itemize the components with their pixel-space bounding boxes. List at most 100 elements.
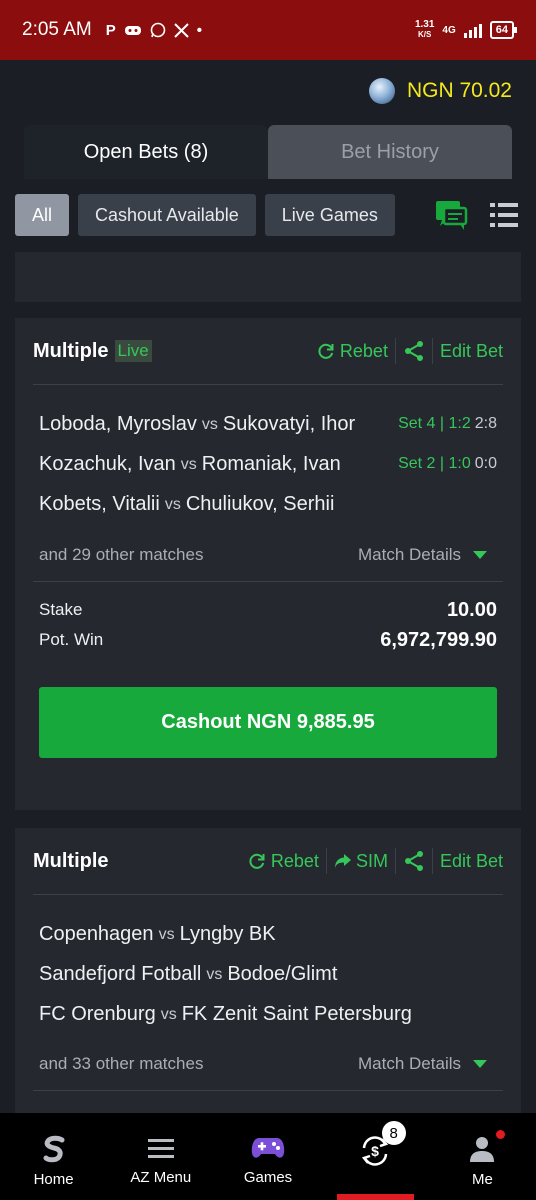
rebet-button[interactable]: Rebet xyxy=(316,341,388,362)
nav-me[interactable]: Me xyxy=(429,1113,536,1200)
match-details-toggle[interactable]: Match Details xyxy=(358,545,497,565)
chat-bets-icon[interactable] xyxy=(434,198,468,232)
away-team: Romaniak, Ivan xyxy=(201,452,341,475)
bottom-nav: Home AZ Menu Games $ 8 Me xyxy=(0,1113,536,1200)
p-app-icon: P xyxy=(105,21,116,39)
bet-card-header: Multiple Rebet SIM Edit Bet xyxy=(33,828,503,895)
edit-bet-button[interactable]: Edit Bet xyxy=(440,341,503,362)
hamburger-menu-icon xyxy=(147,1139,174,1158)
vs-label: vs xyxy=(164,496,181,513)
bet-card-partial xyxy=(15,252,521,302)
match-row: Loboda, Myroslav vs Sukovatyi, Ihor Set … xyxy=(39,409,497,439)
vs-label: vs xyxy=(201,416,218,433)
vs-label: vs xyxy=(206,966,223,983)
stake-row: Stake 10.00 xyxy=(39,597,497,623)
divider xyxy=(33,1090,503,1091)
avatar[interactable] xyxy=(368,78,395,104)
bet-card: Multiple Live Rebet Edit Bet Loboda, Myr… xyxy=(15,318,521,810)
live-score: 0:0 xyxy=(474,455,497,472)
other-matches-row: and 33 other matches Match Details xyxy=(39,1049,497,1079)
filter-all[interactable]: All xyxy=(15,194,70,236)
match-row: Kozachuk, Ivan vs Romaniak, Ivan Set 2 |… xyxy=(39,449,497,479)
nav-home-label: Home xyxy=(33,1171,74,1188)
stake-value: 10.00 xyxy=(446,598,497,621)
x-icon xyxy=(174,22,189,38)
other-matches-count: and 33 other matches xyxy=(39,1054,204,1073)
nav-cashout[interactable]: $ 8 xyxy=(322,1113,429,1200)
potwin-row: Pot. Win 6,972,799.90 xyxy=(39,627,497,653)
live-score: 2:8 xyxy=(474,415,497,432)
match-row: Sandefjord Fotball vs Bodoe/Glimt xyxy=(39,959,497,989)
svg-text:$: $ xyxy=(371,1143,379,1159)
edit-bet-button[interactable]: Edit Bet xyxy=(440,851,503,872)
match-details-label: Match Details xyxy=(358,545,461,564)
dot-icon: • xyxy=(196,21,202,39)
match-row: FC Orenburg vs FK Zenit Saint Petersburg xyxy=(39,999,497,1029)
away-team: Chuliukov, Serhii xyxy=(185,492,335,515)
share-icon[interactable] xyxy=(403,340,425,362)
tab-bet-history[interactable]: Bet History xyxy=(268,125,512,179)
refresh-icon xyxy=(249,853,265,869)
home-team: Kobets, Vitalii xyxy=(39,492,160,515)
sim-button[interactable]: SIM xyxy=(334,851,388,872)
nav-home[interactable]: Home xyxy=(0,1113,107,1200)
battery-icon: 64 xyxy=(489,21,518,39)
potwin-label: Pot. Win xyxy=(39,630,104,649)
home-team: FC Orenburg xyxy=(39,1002,156,1025)
cashout-button[interactable]: Cashout NGN 9,885.95 xyxy=(39,687,497,758)
home-team: Sandefjord Fotball xyxy=(39,962,202,985)
home-team: Kozachuk, Ivan xyxy=(39,452,176,475)
nav-az-menu[interactable]: AZ Menu xyxy=(107,1113,214,1200)
notification-dot xyxy=(496,1130,506,1139)
rebet-label: Rebet xyxy=(270,850,319,871)
bet-actions: Rebet Edit Bet xyxy=(316,338,503,364)
gamepad-icon xyxy=(251,1138,285,1158)
other-matches-row: and 29 other matches Match Details xyxy=(39,540,497,570)
divider xyxy=(325,848,327,874)
list-view-icon[interactable] xyxy=(490,202,518,228)
stake-label: Stake xyxy=(39,600,83,619)
caret-down-icon xyxy=(473,1060,487,1068)
nav-az-menu-label: AZ Menu xyxy=(130,1169,192,1186)
status-bar: 2:05 AM P • 1.31 K/S 4G 64 xyxy=(0,0,536,60)
open-bets-badge: 8 xyxy=(381,1121,406,1145)
live-set-info: Set 2 | 1:0 xyxy=(398,455,471,472)
match-details-label: Match Details xyxy=(358,1054,461,1073)
away-team: Bodoe/Glimt xyxy=(227,962,338,985)
controller-icon xyxy=(124,26,141,35)
status-time: 2:05 AM xyxy=(22,19,92,40)
away-team: FK Zenit Saint Petersburg xyxy=(181,1002,412,1025)
divider xyxy=(394,848,396,874)
rebet-button[interactable]: Rebet xyxy=(247,851,319,872)
view-controls xyxy=(434,198,518,232)
match-row: Kobets, Vitalii vs Chuliukov, Serhii xyxy=(39,489,497,519)
nav-games-label: Games xyxy=(243,1169,293,1186)
signal-icon xyxy=(463,22,482,38)
vs-label: vs xyxy=(158,926,175,943)
away-team: Lyngby BK xyxy=(179,922,276,945)
divider xyxy=(431,338,433,364)
bet-card: Multiple Rebet SIM Edit Bet Copenhagen v… xyxy=(15,828,521,1128)
balance-amount: NGN 70.02 xyxy=(406,79,512,102)
share-icon[interactable] xyxy=(403,850,425,872)
vs-label: vs xyxy=(160,1006,177,1023)
network-type: 4G xyxy=(442,24,456,36)
match-details-toggle[interactable]: Match Details xyxy=(358,1054,497,1074)
home-team: Loboda, Myroslav xyxy=(39,412,197,435)
user-icon xyxy=(470,1137,495,1162)
tab-open-bets[interactable]: Open Bets (8) xyxy=(24,125,268,179)
vs-label: vs xyxy=(180,456,197,473)
nav-me-label: Me xyxy=(471,1171,493,1188)
system-status: 1.31 K/S 4G 64 xyxy=(415,20,518,40)
rebet-label: Rebet xyxy=(339,340,388,361)
filter-live-games[interactable]: Live Games xyxy=(264,194,395,236)
nav-games[interactable]: Games xyxy=(214,1113,321,1200)
caret-down-icon xyxy=(473,551,487,559)
live-set-info: Set 4 | 1:2 xyxy=(398,415,471,432)
filter-bar: All Cashout Available Live Games xyxy=(15,194,521,236)
bet-type-title: Multiple xyxy=(33,849,109,872)
forward-arrow-icon xyxy=(334,854,351,868)
filter-cashout-available[interactable]: Cashout Available xyxy=(78,194,256,236)
bet-tabs: Open Bets (8) Bet History xyxy=(24,125,512,179)
whatsapp-icon xyxy=(150,22,166,38)
